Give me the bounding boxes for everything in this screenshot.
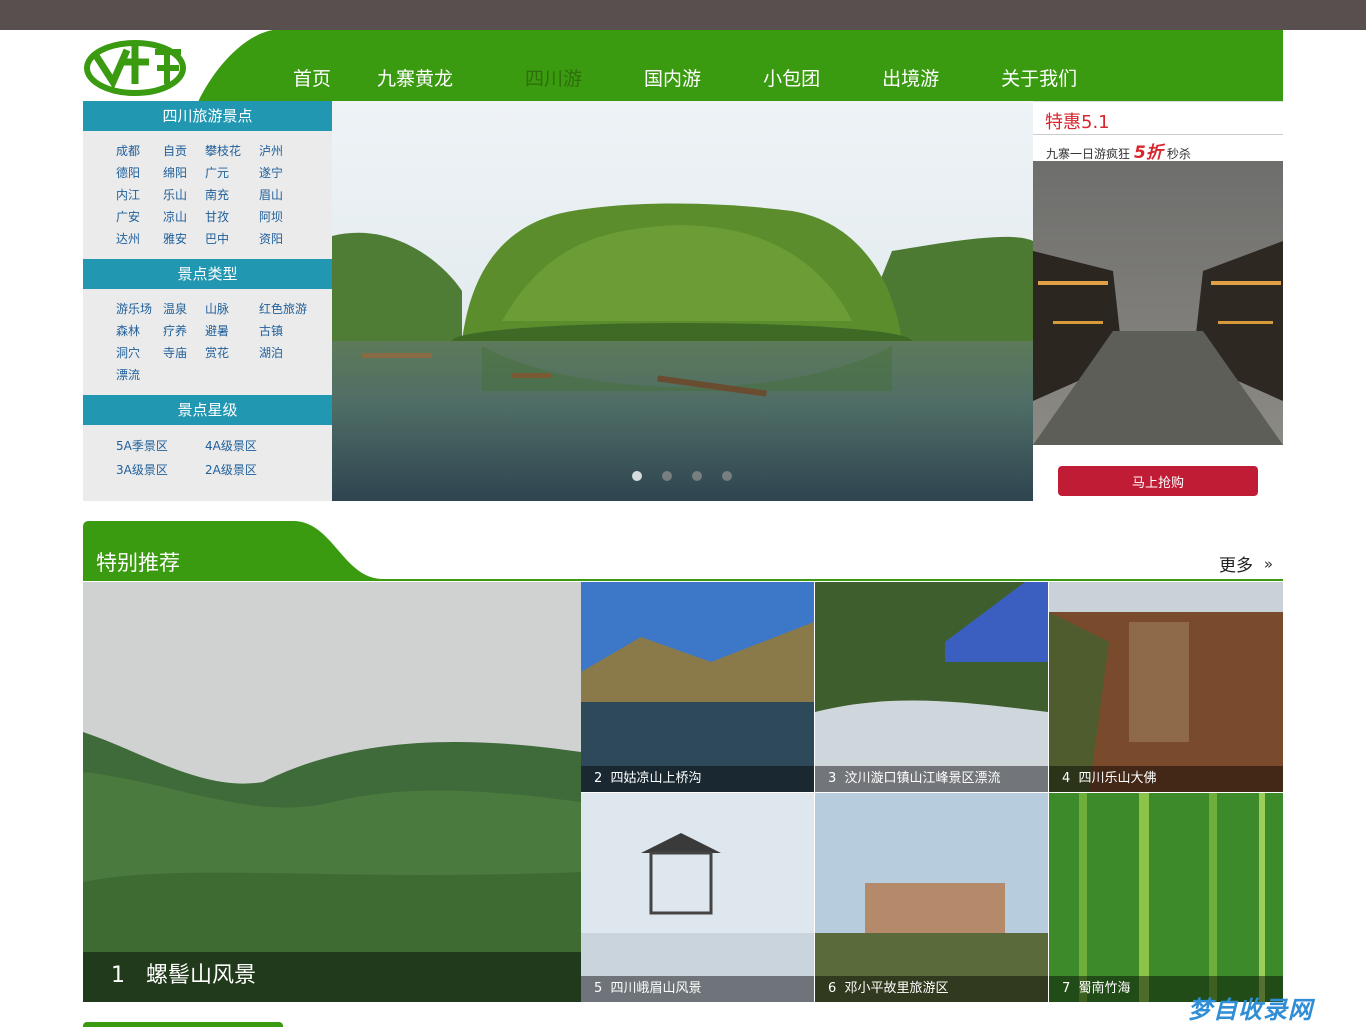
featured-tile-2[interactable]: 2 四姑凉山上桥沟 [581, 582, 814, 792]
city-link-item[interactable]: 成都 [116, 143, 163, 159]
hero-slider[interactable] [332, 101, 1033, 501]
next-section-bar [83, 1022, 283, 1027]
promo-panel: 特惠5.1 九寨一日游疯狂 5折 秒杀 马上抢购 [1033, 101, 1283, 502]
nav-item-sichuan[interactable]: 四川游 [525, 64, 582, 91]
level-link-item[interactable]: 5A季景区 [116, 437, 205, 454]
type-list: 游乐场 温泉 山脉 红色旅游森林 疗养 避暑 古镇洞穴 寺庙 赏花 湖泊漂流 [83, 289, 332, 395]
special-section-title: 特别推荐 [96, 551, 180, 575]
city-link-item[interactable]: 凉山 [163, 209, 205, 225]
city-link-item[interactable]: 德阳 [116, 165, 163, 181]
promo-subtitle: 九寨一日游疯狂 5折 秒杀 [1046, 143, 1191, 163]
city-link-item[interactable]: 绵阳 [163, 165, 205, 181]
buy-now-button[interactable]: 马上抢购 [1058, 466, 1258, 496]
featured-tile-5[interactable]: 5 四川峨眉山风景 [581, 793, 814, 1002]
city-link-item[interactable]: 自贡 [163, 143, 205, 159]
slider-dot-3[interactable] [692, 471, 702, 481]
sidebar: 四川旅游景点 成都 自贡 攀枝花 泸州德阳 绵阳 广元 遂宁内江 乐山 南充 眉山广安 凉山 甘孜 阿坝… [83, 101, 332, 501]
city-link-item[interactable]: 眉山 [259, 187, 319, 203]
nav-item-domestic[interactable]: 国内游 [644, 64, 701, 91]
featured-tile-1[interactable]: 1 螺髻山风景 [83, 582, 581, 1002]
promo-title: 特惠5.1 [1045, 112, 1110, 133]
watermark: 梦自收录网 [1188, 996, 1313, 1024]
header: 首页 九寨黄龙 四川游 国内游 小包团 出境游 关于我们 [83, 30, 1283, 102]
level-list: 5A季景区 4A级景区 3A级景区 2A级景区 [83, 425, 332, 490]
tile-caption: 3 汶川漩口镇山江峰景区漂流 [815, 766, 1048, 792]
type-link-item[interactable]: 避暑 [205, 323, 259, 339]
special-section-header: 特别推荐 更多 » [83, 521, 1283, 582]
type-link-item[interactable]: 红色旅游 [259, 301, 319, 317]
sidebar-title-types: 景点类型 [83, 259, 332, 289]
type-link-item[interactable]: 赏花 [205, 345, 259, 361]
more-link[interactable]: 更多 [1219, 551, 1253, 576]
slider-dot-1[interactable] [632, 471, 642, 481]
featured-tile-3[interactable]: 3 汶川漩口镇山江峰景区漂流 [815, 582, 1048, 792]
city-link-item[interactable]: 资阳 [259, 231, 319, 247]
slider-dot-4[interactable] [722, 471, 732, 481]
top-bar [0, 0, 1366, 30]
city-link-item[interactable]: 达州 [116, 231, 163, 247]
featured-tile-6[interactable]: 6 邓小平故里旅游区 [815, 793, 1048, 1002]
type-link-item[interactable]: 山脉 [205, 301, 259, 317]
tile-caption: 1 螺髻山风景 [83, 952, 581, 1002]
type-link-item[interactable]: 温泉 [163, 301, 205, 317]
nav-item-home[interactable]: 首页 [293, 64, 331, 91]
city-list: 成都 自贡 攀枝花 泸州德阳 绵阳 广元 遂宁内江 乐山 南充 眉山广安 凉山 甘孜 阿坝达州 雅安 巴中资… [83, 131, 332, 259]
tile-caption: 5 四川峨眉山风景 [581, 976, 814, 1002]
city-link-item[interactable]: 攀枝花 [205, 143, 259, 159]
type-link-item[interactable]: 湖泊 [259, 345, 319, 361]
city-link-item[interactable]: 遂宁 [259, 165, 319, 181]
city-link-item[interactable]: 甘孜 [205, 209, 259, 225]
site-logo[interactable] [83, 34, 193, 96]
sidebar-title-levels: 景点星级 [83, 395, 332, 425]
featured-tile-4[interactable]: 4 四川乐山大佛 [1049, 582, 1283, 792]
slider-dots [632, 471, 752, 481]
tile-caption: 6 邓小平故里旅游区 [815, 976, 1048, 1002]
sidebar-title-attractions: 四川旅游景点 [83, 101, 332, 131]
double-chevron-right-icon[interactable]: » [1264, 555, 1273, 573]
city-link-item[interactable]: 广安 [116, 209, 163, 225]
type-link-item[interactable]: 洞穴 [116, 345, 163, 361]
type-link-item[interactable]: 游乐场 [116, 301, 163, 317]
city-link-item[interactable]: 广元 [205, 165, 259, 181]
promo-image[interactable] [1033, 161, 1283, 445]
level-link-item[interactable]: 2A级景区 [205, 461, 294, 478]
main-nav: 首页 九寨黄龙 四川游 国内游 小包团 出境游 关于我们 [293, 64, 1123, 91]
type-link-item[interactable]: 寺庙 [163, 345, 205, 361]
tile-caption: 4 四川乐山大佛 [1049, 766, 1283, 792]
nav-item-small-group[interactable]: 小包团 [763, 64, 820, 91]
slider-dot-2[interactable] [662, 471, 672, 481]
nav-item-jiuzhai[interactable]: 九寨黄龙 [377, 64, 453, 91]
level-link-item[interactable]: 4A级景区 [205, 437, 294, 454]
featured-tile-7[interactable]: 7 蜀南竹海 [1049, 793, 1283, 1002]
promo-discount: 5折 [1134, 143, 1163, 163]
city-link-item[interactable]: 雅安 [163, 231, 205, 247]
level-link-item[interactable]: 3A级景区 [116, 461, 205, 478]
city-link-item[interactable]: 乐山 [163, 187, 205, 203]
type-link-item[interactable]: 漂流 [116, 367, 163, 383]
city-link-item[interactable]: 泸州 [259, 143, 319, 159]
tile-caption: 2 四姑凉山上桥沟 [581, 766, 814, 792]
type-link-item[interactable]: 疗养 [163, 323, 205, 339]
city-link-item[interactable]: 南充 [205, 187, 259, 203]
type-link-item[interactable]: 古镇 [259, 323, 319, 339]
nav-item-about[interactable]: 关于我们 [1001, 64, 1077, 91]
nav-item-outbound[interactable]: 出境游 [882, 64, 939, 91]
city-link-item[interactable]: 内江 [116, 187, 163, 203]
type-link-item[interactable]: 森林 [116, 323, 163, 339]
hero-image [332, 101, 1033, 501]
city-link-item[interactable]: 阿坝 [259, 209, 319, 225]
city-link-item[interactable]: 巴中 [205, 231, 259, 247]
